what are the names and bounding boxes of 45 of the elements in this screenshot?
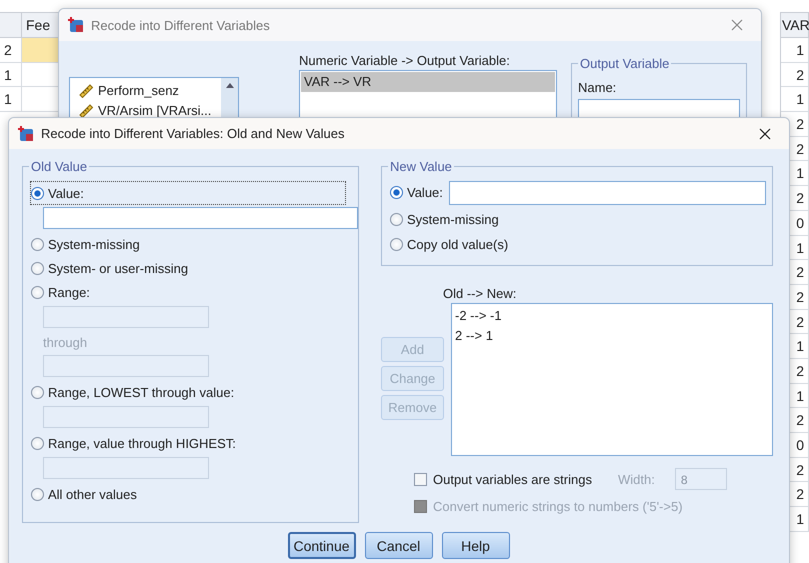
window-title: Recode into Different Variables: Old and New Values — [41, 126, 346, 141]
radio-option[interactable]: Range, value through HIGHEST: — [31, 432, 240, 454]
variable-name[interactable]: VR/Arsim [VRArsi... — [98, 102, 212, 118]
dialog-button[interactable]: Continue — [288, 532, 356, 559]
list-item[interactable]: 2 --> 1 — [455, 328, 769, 348]
radio-option[interactable]: Value: — [390, 181, 447, 203]
recode-icon — [17, 124, 35, 142]
recode-list[interactable]: -2 --> -1 2 --> 1 — [451, 303, 773, 456]
radio-option[interactable]: Range: — [31, 281, 94, 303]
scroll-up-icon[interactable] — [224, 82, 234, 88]
radio-option[interactable]: System-missing — [390, 208, 503, 230]
radio-option[interactable]: Range, LOWEST through value: — [31, 381, 238, 403]
window-title: Recode into Different Variables — [91, 18, 271, 32]
radio-option[interactable]: System-missing — [31, 233, 144, 255]
recode-icon — [67, 16, 85, 34]
dialog-button[interactable]: Cancel — [364, 532, 432, 559]
column-header[interactable] — [0, 12, 22, 38]
list-item[interactable]: -2 --> -1 — [455, 308, 769, 328]
input-field[interactable] — [448, 181, 766, 205]
variable-name[interactable]: Perform_senz — [98, 82, 179, 98]
table-cell: 1 — [781, 38, 809, 63]
group-title: Output Variable — [578, 56, 672, 71]
radio-option[interactable]: All other values — [31, 483, 141, 505]
field-label: Width: — [618, 472, 655, 486]
radio-option[interactable]: System- or user-missing — [31, 257, 192, 279]
column-header[interactable]: VAR — [781, 12, 809, 38]
ruler-icon — [78, 102, 94, 118]
radio-option[interactable]: Copy old value(s) — [390, 233, 512, 255]
group-title: New Value — [388, 159, 454, 174]
field-label: through — [43, 334, 88, 352]
dialog-button[interactable]: Help — [442, 532, 510, 559]
list-item[interactable]: VAR --> VR — [301, 72, 555, 92]
checkbox-option[interactable]: Output variables are strings — [414, 472, 592, 486]
table-cell: 1 — [0, 62, 22, 88]
close-icon[interactable] — [759, 128, 771, 140]
ruler-icon — [78, 82, 94, 98]
list-label: Numeric Variable -> Output Variable: — [299, 53, 511, 68]
table-cell: 2 — [781, 62, 809, 88]
table-cell: 1 — [0, 87, 22, 112]
group-title: Old Value — [29, 159, 90, 174]
list-label: Old --> New: — [443, 286, 516, 301]
radio-option[interactable]: Value: — [31, 182, 345, 204]
table-cell: 1 — [781, 87, 809, 112]
input-field[interactable] — [43, 207, 358, 229]
field-label: Name: — [578, 80, 618, 95]
